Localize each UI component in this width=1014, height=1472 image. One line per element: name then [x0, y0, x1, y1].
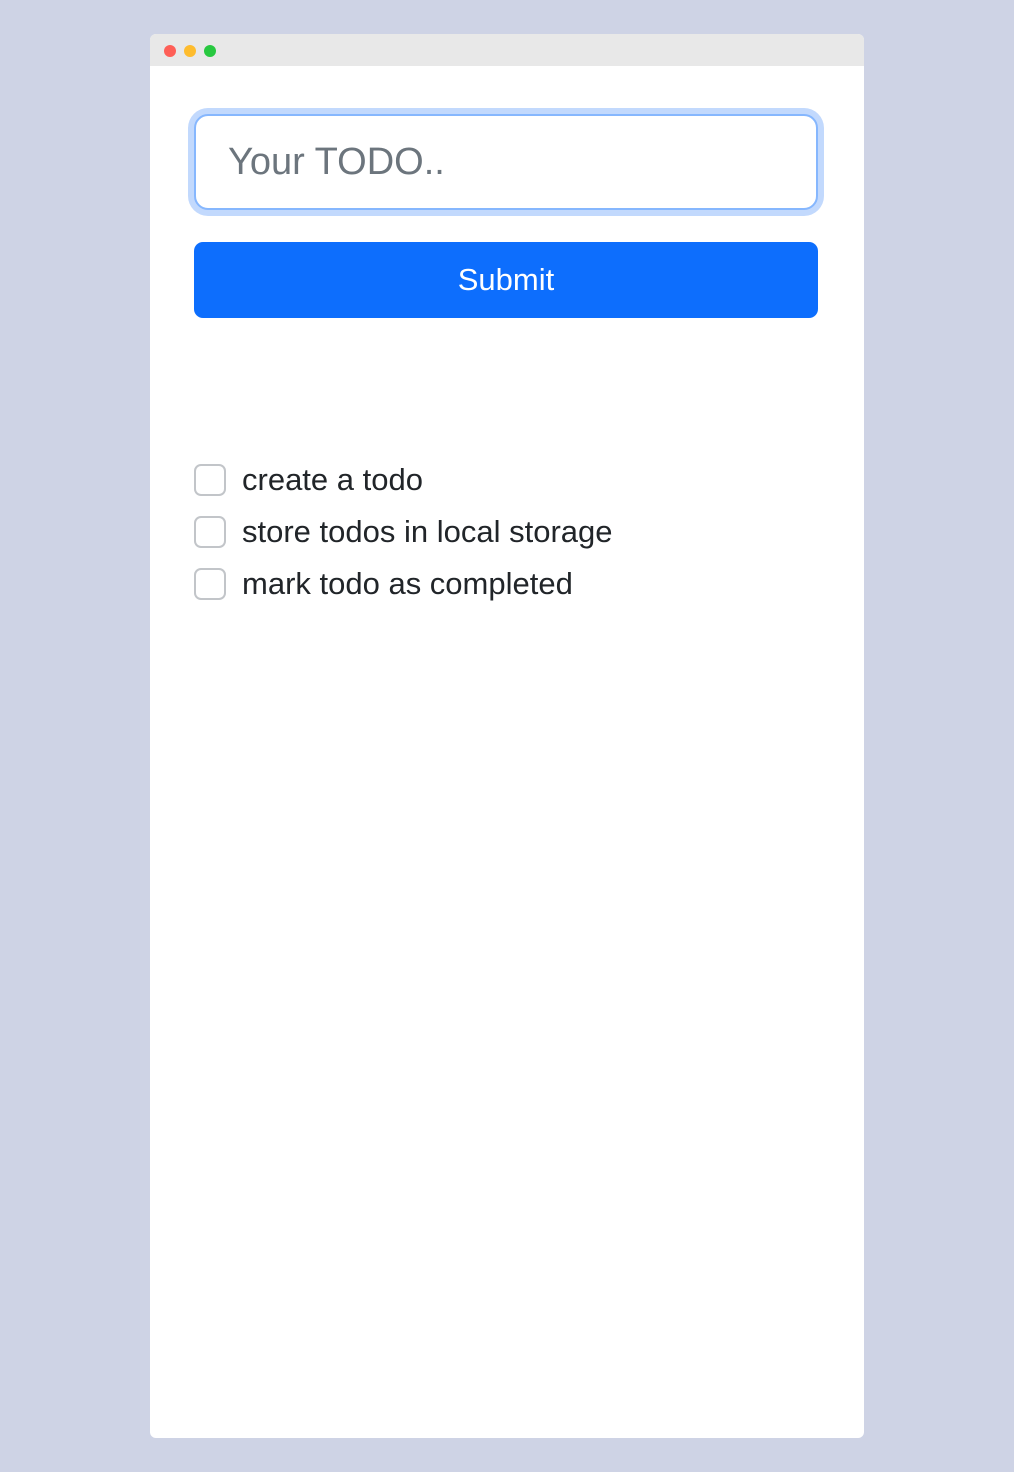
app-window: Submit create a todo store todos in loca… — [150, 34, 864, 1438]
todo-app: Submit create a todo store todos in loca… — [194, 114, 818, 610]
todo-item: mark todo as completed — [194, 558, 818, 610]
todo-label: create a todo — [242, 462, 423, 497]
zoom-window-icon[interactable] — [204, 45, 216, 57]
submit-button[interactable]: Submit — [194, 242, 818, 318]
todo-form: Submit — [194, 114, 818, 318]
todo-label: mark todo as completed — [242, 566, 573, 601]
todo-item: create a todo — [194, 454, 818, 506]
todo-checkbox[interactable] — [194, 516, 226, 548]
todo-checkbox[interactable] — [194, 464, 226, 496]
window-titlebar — [150, 34, 864, 66]
todo-checkbox[interactable] — [194, 568, 226, 600]
todo-list: create a todo store todos in local stora… — [194, 454, 818, 610]
todo-label: store todos in local storage — [242, 514, 613, 549]
todo-item: store todos in local storage — [194, 506, 818, 558]
close-window-icon[interactable] — [164, 45, 176, 57]
todo-input[interactable] — [194, 114, 818, 210]
minimize-window-icon[interactable] — [184, 45, 196, 57]
